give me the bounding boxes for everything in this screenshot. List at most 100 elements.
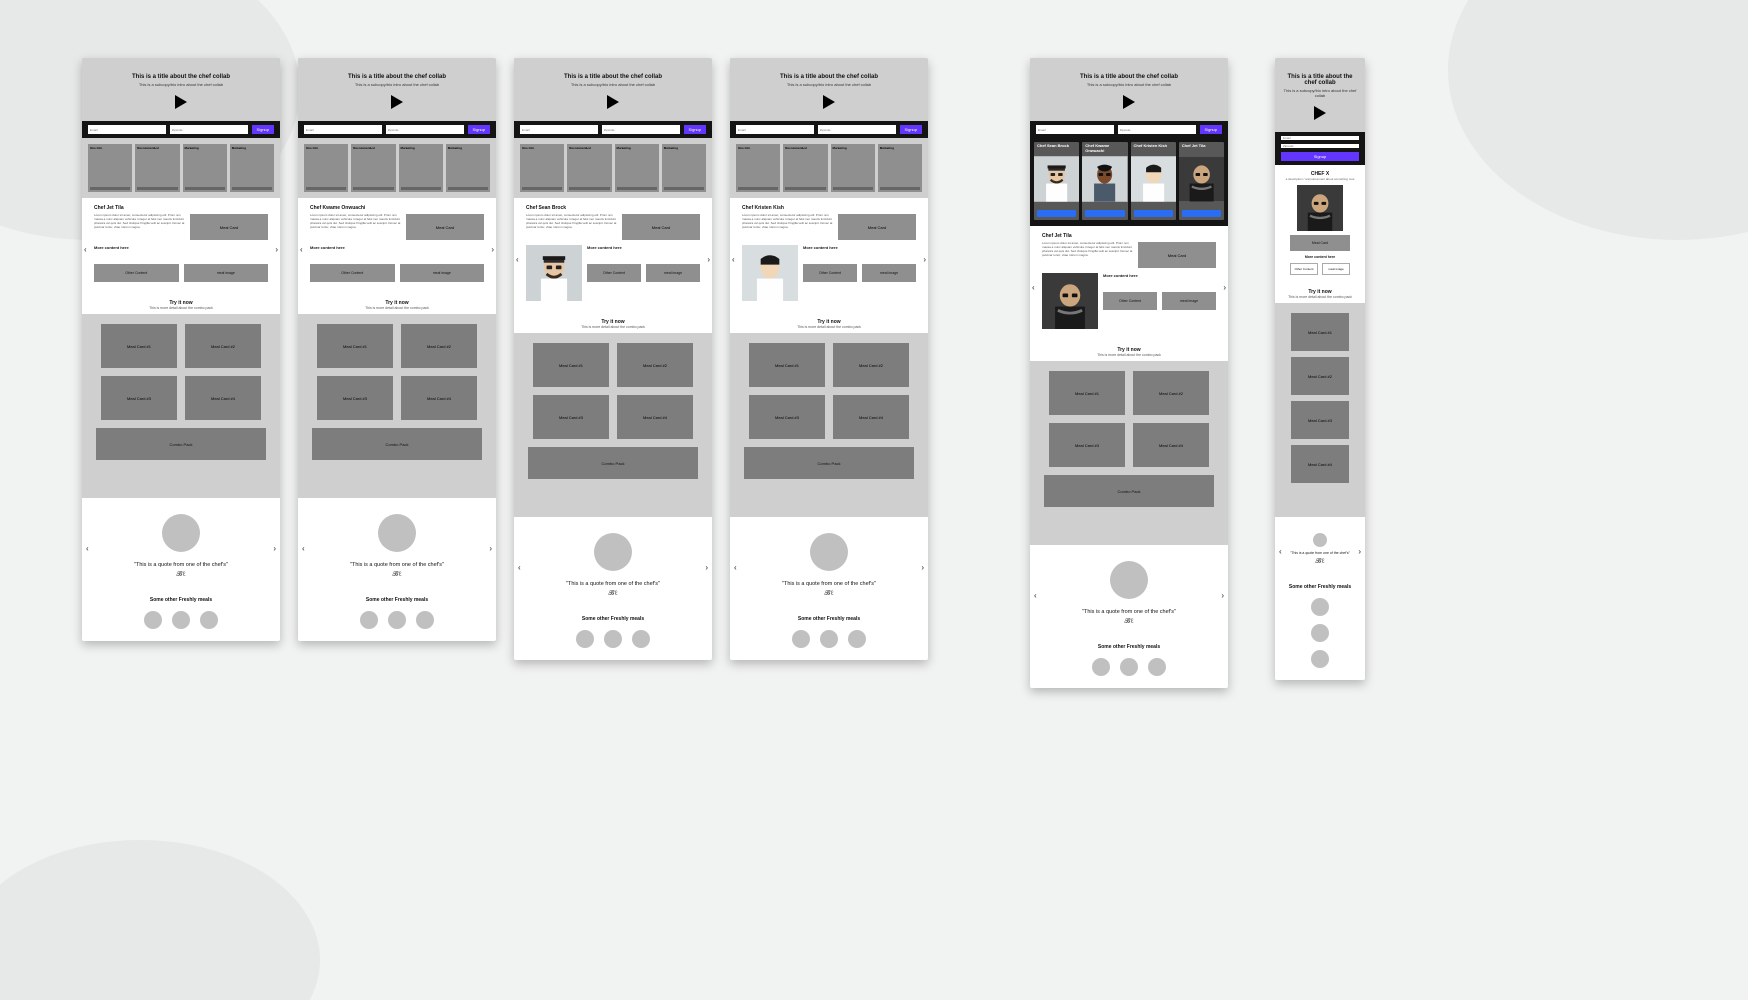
chef-card[interactable]: Chef Sean Brock xyxy=(1034,142,1079,220)
meal-card[interactable]: Meal Card #2 xyxy=(1291,357,1349,395)
meal-image[interactable]: meal image xyxy=(184,264,269,282)
combo-pack[interactable]: Combo Pack xyxy=(744,447,914,479)
chevron-left-icon[interactable]: ‹ xyxy=(1032,283,1035,292)
meal-card[interactable]: Meal Card xyxy=(1290,235,1350,251)
play-icon[interactable] xyxy=(823,95,835,109)
meal-image[interactable]: meal image xyxy=(1322,263,1350,275)
email-field[interactable] xyxy=(520,125,598,134)
meal-card[interactable]: Meal Card xyxy=(1138,242,1216,268)
meal-card[interactable]: Meal Card #3 xyxy=(101,376,177,420)
other-content[interactable]: Other Content xyxy=(1103,292,1157,310)
meal-dot[interactable] xyxy=(792,630,810,648)
chevron-right-icon[interactable]: › xyxy=(923,255,926,264)
chevron-left-icon[interactable]: ‹ xyxy=(302,544,305,553)
chef-card[interactable]: Chef Jet Tila xyxy=(1179,142,1224,220)
email-field[interactable] xyxy=(1281,136,1359,140)
meal-dot[interactable] xyxy=(1092,658,1110,676)
chevron-right-icon[interactable]: › xyxy=(491,245,494,254)
email-field[interactable] xyxy=(736,125,814,134)
chef-thumb[interactable]: Marketing xyxy=(230,144,274,192)
chevron-right-icon[interactable]: › xyxy=(273,544,276,553)
meal-card[interactable]: Meal Card xyxy=(190,214,268,240)
chevron-right-icon[interactable]: › xyxy=(1223,283,1226,292)
chevron-right-icon[interactable]: › xyxy=(1221,591,1224,600)
meal-dot[interactable] xyxy=(576,630,594,648)
signup-button[interactable]: Signup xyxy=(684,125,706,134)
meal-dot[interactable] xyxy=(1148,658,1166,676)
meal-card[interactable]: Meal Card #2 xyxy=(833,343,909,387)
meal-card[interactable]: Meal Card #2 xyxy=(617,343,693,387)
meal-card[interactable]: Meal Card #4 xyxy=(185,376,261,420)
meal-card[interactable]: Meal Card #4 xyxy=(1291,445,1349,483)
meal-dot[interactable] xyxy=(416,611,434,629)
zipcode-field[interactable] xyxy=(818,125,896,134)
chef-thumb[interactable]: One Info xyxy=(736,144,780,192)
meal-dot[interactable] xyxy=(172,611,190,629)
other-content[interactable]: Other Content xyxy=(587,264,641,282)
meal-card[interactable]: Meal Card #4 xyxy=(617,395,693,439)
chef-thumb[interactable]: One Info xyxy=(520,144,564,192)
chef-thumb[interactable]: Recommended xyxy=(783,144,827,192)
chef-thumb[interactable]: Marketing xyxy=(878,144,922,192)
chef-thumb[interactable]: Recommended xyxy=(135,144,179,192)
zipcode-field[interactable] xyxy=(602,125,680,134)
meal-card[interactable]: Meal Card #3 xyxy=(749,395,825,439)
meal-dot[interactable] xyxy=(1311,624,1329,642)
meal-dot[interactable] xyxy=(632,630,650,648)
chevron-left-icon[interactable]: ‹ xyxy=(84,245,87,254)
chevron-left-icon[interactable]: ‹ xyxy=(516,255,519,264)
meal-image[interactable]: meal image xyxy=(1162,292,1216,310)
meal-card[interactable]: Meal Card #3 xyxy=(533,395,609,439)
meal-dot[interactable] xyxy=(144,611,162,629)
chef-thumb[interactable]: Marketing xyxy=(831,144,875,192)
chef-thumb[interactable]: Marketing xyxy=(183,144,227,192)
meal-dot[interactable] xyxy=(848,630,866,648)
meal-card[interactable]: Meal Card #4 xyxy=(833,395,909,439)
chevron-right-icon[interactable]: › xyxy=(707,255,710,264)
meal-dot[interactable] xyxy=(388,611,406,629)
meal-card[interactable]: Meal Card #3 xyxy=(317,376,393,420)
chevron-left-icon[interactable]: ‹ xyxy=(518,563,521,572)
chef-card-cta[interactable] xyxy=(1182,210,1221,217)
signup-button[interactable]: Signup xyxy=(252,125,274,134)
chevron-right-icon[interactable]: › xyxy=(275,245,278,254)
signup-button[interactable]: Signup xyxy=(1281,152,1359,161)
chevron-left-icon[interactable]: ‹ xyxy=(86,544,89,553)
chef-card-cta[interactable] xyxy=(1134,210,1173,217)
play-icon[interactable] xyxy=(1314,106,1326,120)
meal-dot[interactable] xyxy=(1311,598,1329,616)
meal-card[interactable]: Meal Card xyxy=(406,214,484,240)
zipcode-field[interactable] xyxy=(1118,125,1196,134)
meal-dot[interactable] xyxy=(604,630,622,648)
chef-card-cta[interactable] xyxy=(1085,210,1124,217)
meal-card[interactable]: Meal Card #2 xyxy=(185,324,261,368)
meal-card[interactable]: Meal Card #1 xyxy=(1049,371,1125,415)
meal-image[interactable]: meal image xyxy=(646,264,700,282)
meal-card[interactable]: Meal Card #3 xyxy=(1049,423,1125,467)
play-icon[interactable] xyxy=(391,95,403,109)
meal-image[interactable]: meal image xyxy=(400,264,485,282)
meal-dot[interactable] xyxy=(360,611,378,629)
chef-thumb[interactable]: Marketing xyxy=(399,144,443,192)
chef-thumb[interactable]: Recommended xyxy=(567,144,611,192)
email-field[interactable] xyxy=(88,125,166,134)
chevron-left-icon[interactable]: ‹ xyxy=(1279,547,1282,556)
play-icon[interactable] xyxy=(1123,95,1135,109)
zipcode-field[interactable] xyxy=(170,125,248,134)
chevron-left-icon[interactable]: ‹ xyxy=(1034,591,1037,600)
chevron-left-icon[interactable]: ‹ xyxy=(734,563,737,572)
other-content[interactable]: Other Content xyxy=(310,264,395,282)
chef-thumb[interactable]: One Info xyxy=(304,144,348,192)
chevron-right-icon[interactable]: › xyxy=(489,544,492,553)
meal-card[interactable]: Meal Card #2 xyxy=(1133,371,1209,415)
chef-card[interactable]: Chef Kwame Onwuachi xyxy=(1082,142,1127,220)
meal-card[interactable]: Meal Card #4 xyxy=(1133,423,1209,467)
chef-thumb[interactable]: Marketing xyxy=(615,144,659,192)
chevron-left-icon[interactable]: ‹ xyxy=(732,255,735,264)
combo-pack[interactable]: Combo Pack xyxy=(528,447,698,479)
meal-card[interactable]: Meal Card #1 xyxy=(101,324,177,368)
email-field[interactable] xyxy=(1036,125,1114,134)
chevron-left-icon[interactable]: ‹ xyxy=(300,245,303,254)
chef-card[interactable]: Chef Kristen Kish xyxy=(1131,142,1176,220)
meal-image[interactable]: meal image xyxy=(862,264,916,282)
